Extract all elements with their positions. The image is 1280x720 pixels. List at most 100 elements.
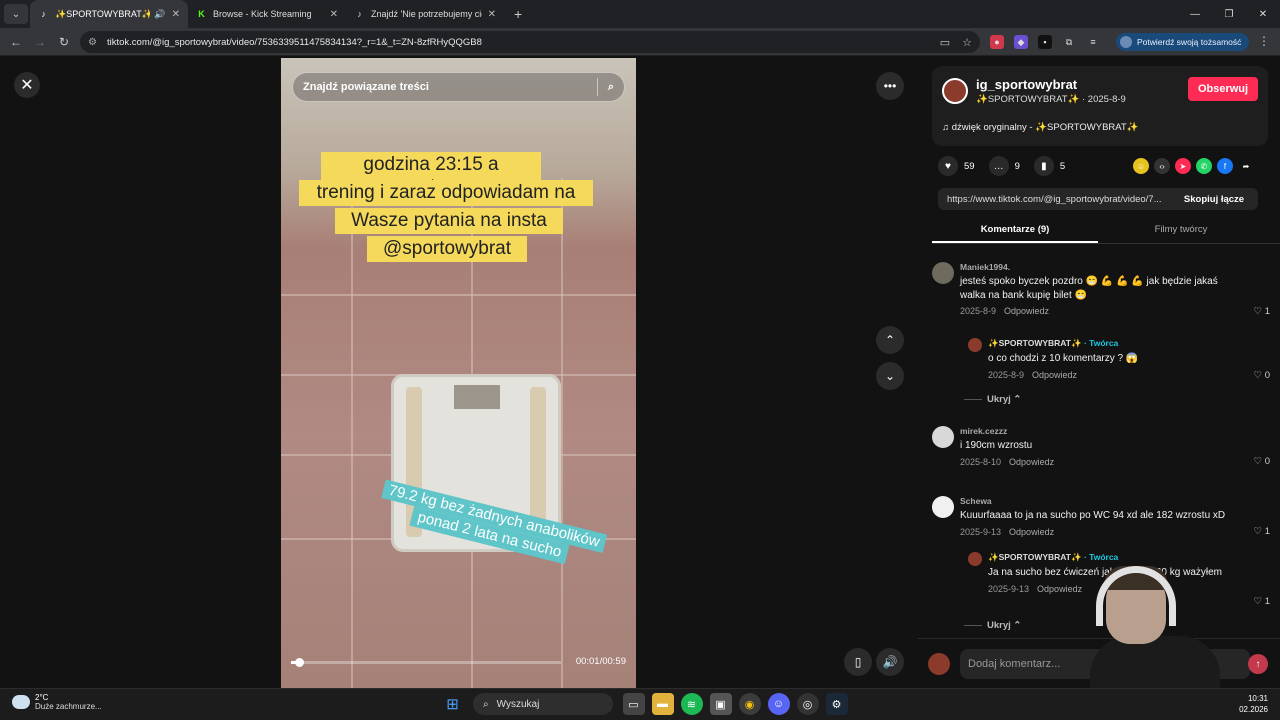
reply-user[interactable]: ✨SPORTOWYBRAT✨ [988, 552, 1082, 562]
speaker-icon[interactable]: 🔊 [154, 9, 165, 20]
hide-replies-button[interactable]: Ukryj ⌃ [964, 394, 1021, 405]
save-count: 5 [1059, 160, 1066, 172]
follow-button[interactable]: Obserwuj [1188, 77, 1258, 101]
back-icon[interactable]: ← [4, 35, 28, 49]
tab-comments[interactable]: Komentarze (9) [932, 218, 1098, 243]
steam-icon[interactable]: ⚙ [825, 693, 848, 715]
embed-icon[interactable]: ‹› [1154, 158, 1170, 174]
avatar[interactable] [932, 426, 954, 448]
browser-menu-icon[interactable]: ⋮ [1258, 34, 1270, 48]
author-handle[interactable]: ig_sportowybrat [976, 77, 1077, 92]
search-icon[interactable]: ⌕ [608, 81, 614, 94]
comment-like[interactable]: ♡ 1 [1254, 306, 1270, 317]
url-field[interactable]: ⚙ tiktok.com/@ig_sportowybrat/video/7536… [80, 31, 980, 53]
avatar[interactable] [932, 262, 954, 284]
close-tab-icon[interactable]: ✕ [330, 9, 338, 20]
video-time: 00:01/00:59 [575, 656, 626, 667]
avatar[interactable] [932, 496, 954, 518]
taskbar-search[interactable]: ⌕ Wyszukaj [473, 693, 613, 715]
comment-user[interactable]: Schewa [960, 496, 1250, 506]
system-clock[interactable]: 10:31 02.2026 [1239, 694, 1268, 716]
progress-handle[interactable] [295, 658, 305, 667]
save-button[interactable]: ▮ 5 [1033, 156, 1066, 176]
comment-like[interactable]: ♡ 0 [1254, 456, 1270, 467]
scale-display [454, 385, 500, 409]
close-window-icon[interactable]: ✕ [1246, 0, 1280, 28]
music-link[interactable]: ♫ dźwięk oryginalny - ✨SPORTOWYBRAT✨ [942, 122, 1139, 133]
comment-like[interactable]: ♡ 0 [1254, 370, 1270, 381]
close-tab-icon[interactable]: ✕ [172, 9, 180, 20]
extension-icon[interactable]: ◆ [1014, 35, 1028, 49]
puzzle-icon[interactable]: ⧉ [1062, 35, 1076, 49]
tab-search-button[interactable]: ⌄ [4, 4, 28, 24]
send-icon[interactable]: ➤ [1175, 158, 1191, 174]
tab-tiktok-search[interactable]: ♪ Znajdź 'Nie potrzebujemy cię w ✕ [346, 0, 504, 28]
reply-button[interactable]: Odpowiedz [1032, 370, 1077, 380]
repost-icon[interactable]: ☺ [1133, 158, 1149, 174]
tab-tiktok-video[interactable]: ♪ ✨SPORTOWYBRAT✨ (@i 🔊 ✕ [30, 0, 188, 28]
extension-icon[interactable]: ● [990, 35, 1004, 49]
tab-kick[interactable]: K Browse - Kick Streaming ✕ [188, 0, 346, 28]
video-progress-bar[interactable] [291, 658, 561, 667]
file-explorer-icon[interactable]: ▬ [651, 693, 674, 715]
close-video-button[interactable]: ✕ [14, 72, 40, 98]
close-tab-icon[interactable]: ✕ [488, 9, 496, 20]
obs-icon[interactable]: ◎ [796, 693, 819, 715]
discord-icon[interactable]: ☺ [767, 693, 790, 715]
next-video-button[interactable]: ⌄ [876, 362, 904, 390]
restore-icon[interactable]: ❐ [1212, 0, 1246, 28]
reply-button[interactable]: Odpowiedz [1037, 584, 1082, 594]
spotify-icon[interactable]: ≋ [680, 693, 703, 715]
share-arrow-icon[interactable]: ➦ [1238, 158, 1254, 174]
reading-list-icon[interactable]: ≡ [1086, 35, 1100, 49]
forward-icon[interactable]: → [28, 35, 52, 49]
previous-video-button[interactable]: ⌃ [876, 326, 904, 354]
profile-avatar [1120, 36, 1132, 48]
reply-button[interactable]: Odpowiedz [1009, 457, 1054, 467]
store-icon[interactable]: ▣ [709, 693, 732, 715]
reply-user[interactable]: ✨SPORTOWYBRAT✨ [988, 338, 1082, 348]
volume-button[interactable]: 🔊 [876, 648, 904, 676]
copy-link-button[interactable]: Skopiuj łącze [1170, 194, 1258, 205]
reply-button[interactable]: Odpowiedz [1009, 527, 1054, 537]
hide-label: Ukryj [987, 394, 1011, 405]
like-button[interactable]: ♥ 59 [938, 156, 975, 176]
miniplayer-button[interactable]: ▯ [844, 648, 872, 676]
new-tab-button[interactable]: + [514, 6, 522, 22]
reply-button[interactable]: Odpowiedz [1004, 306, 1049, 316]
comment-like[interactable]: ♡ 1 [1254, 526, 1270, 537]
avatar[interactable] [968, 552, 982, 566]
facebook-icon[interactable]: f [1217, 158, 1233, 174]
browser-tab-bar: ⌄ ♪ ✨SPORTOWYBRAT✨ (@i 🔊 ✕ K Browse - Ki… [0, 0, 1280, 28]
comment-user[interactable]: Maniek1994. [960, 262, 1240, 272]
avatar[interactable] [968, 338, 982, 352]
reply-meta: 2025-8-9 Odpowiedz [988, 370, 1238, 380]
site-info-icon[interactable]: ⚙ [88, 37, 97, 48]
comment-button[interactable]: … 9 [988, 156, 1020, 176]
avatar [928, 652, 950, 675]
verify-identity-button[interactable]: Potwierdź swoją tożsamość [1116, 33, 1250, 51]
comment-count: 9 [1014, 160, 1020, 172]
whatsapp-icon[interactable]: ✆ [1196, 158, 1212, 174]
tab-creator-videos[interactable]: Filmy twórcy [1098, 218, 1264, 243]
author-avatar[interactable] [942, 78, 968, 104]
video-player[interactable]: Znajdź powiązane treści ⌕ godzina 23:15 … [281, 58, 636, 688]
bookmark-star-icon[interactable]: ☆ [962, 36, 972, 49]
music-label: dźwięk oryginalny - ✨SPORTOWYBRAT✨ [951, 122, 1139, 133]
weather-widget[interactable]: 2°C Duże zachmurze... [12, 693, 102, 711]
reply-text: o co chodzi z 10 komentarzy ? 😱 [988, 353, 1139, 364]
cast-icon[interactable]: ▭ [940, 36, 950, 49]
windows-start-icon[interactable]: ⊞ [442, 693, 464, 715]
comment-user[interactable]: mirek.cezzz [960, 426, 1240, 436]
minimize-icon[interactable]: — [1178, 0, 1212, 28]
more-options-button[interactable]: ••• [876, 72, 904, 100]
reload-icon[interactable]: ↻ [52, 35, 76, 49]
share-link[interactable]: https://www.tiktok.com/@ig_sportowybrat/… [938, 194, 1170, 205]
chrome-icon[interactable]: ◉ [738, 693, 761, 715]
task-view-icon[interactable]: ▭ [622, 693, 645, 715]
hide-replies-button[interactable]: Ukryj ⌃ [964, 620, 1021, 631]
comment-meta: 2025-9-13 Odpowiedz [960, 527, 1250, 537]
extension-icon[interactable]: ▪ [1038, 35, 1052, 49]
comment-text: Kuuurfaaaa to ja na sucho po WC 94 xd al… [960, 510, 1226, 521]
related-search-input[interactable]: Znajdź powiązane treści ⌕ [292, 72, 625, 102]
